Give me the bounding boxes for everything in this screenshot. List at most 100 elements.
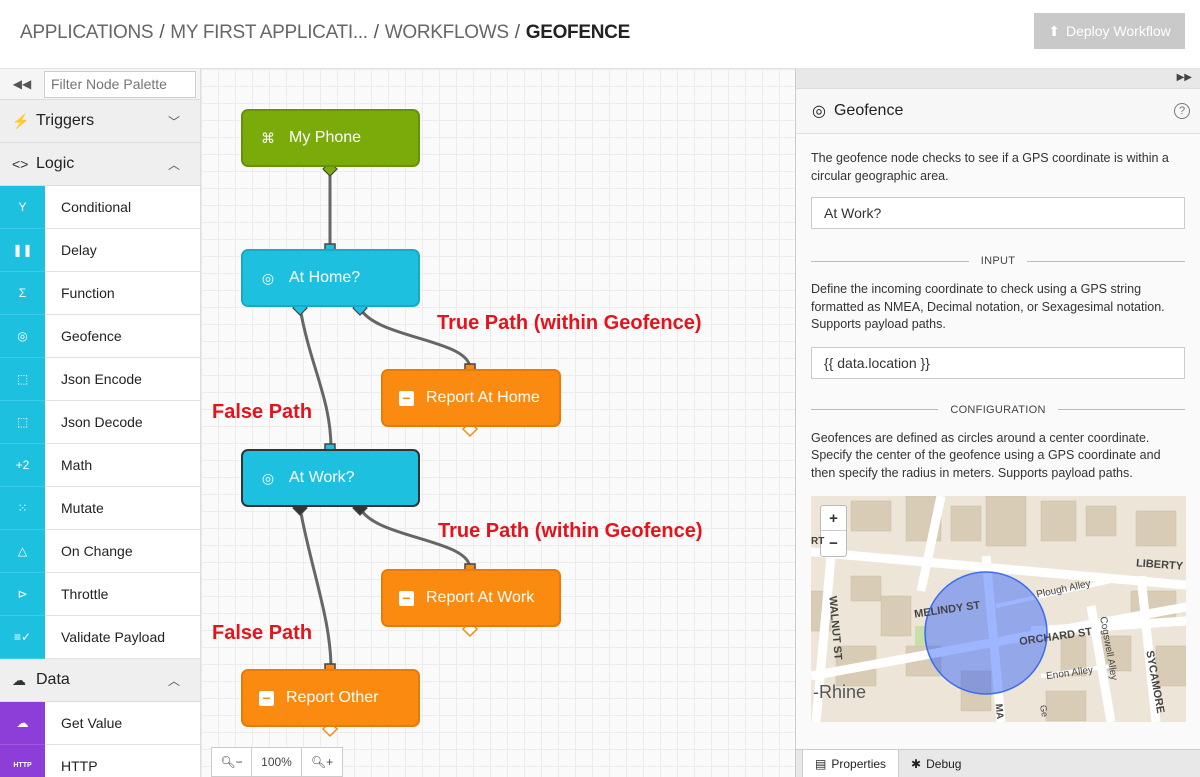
crosshair-icon: ◎: [261, 469, 275, 486]
palette-item-geofence[interactable]: ◎ Geofence: [0, 314, 200, 358]
node-label: Report At Work: [426, 589, 535, 606]
bug-icon: ✱: [911, 756, 922, 771]
geofence-map[interactable]: + − LIBERTY Plough Alley MELINDY ST ORCH…: [811, 496, 1186, 722]
palette-item-json-encode[interactable]: ⬚ Json Encode: [0, 357, 200, 401]
zoom-in-icon[interactable]: 🔍︎+: [302, 748, 342, 776]
palette-item-label: Mutate: [61, 500, 104, 516]
map-zoom-out-button[interactable]: −: [821, 531, 846, 556]
mutate-icon: ⁙: [0, 486, 45, 530]
palette-item-label: Delay: [61, 242, 97, 258]
input-description: Define the incoming coordinate to check …: [811, 282, 1165, 331]
breadcrumb-application[interactable]: MY FIRST APPLICATI...: [170, 22, 368, 43]
map-label-rhine: -Rhine: [813, 682, 867, 702]
palette-item-mutate[interactable]: ⁙ Mutate: [0, 486, 200, 530]
upload-icon: ⬆: [1048, 22, 1060, 39]
palette-item-label: Json Encode: [61, 371, 142, 387]
chip-icon: ⌘: [261, 129, 275, 146]
category-logic[interactable]: <> Logic ︿: [0, 143, 200, 186]
breadcrumb-separator: /: [373, 22, 379, 43]
breadcrumb-separator: /: [159, 22, 165, 43]
breadcrumb-current: GEOFENCE: [525, 22, 631, 43]
minus-icon: −: [399, 390, 414, 406]
cloud-icon: ☁: [12, 671, 26, 688]
palette-item-throttle[interactable]: ⊳ Throttle: [0, 572, 200, 616]
tab-debug-label: Debug: [926, 756, 962, 771]
document-icon: ▤: [815, 756, 827, 771]
category-data-label: Data: [36, 671, 70, 688]
wire-home-false: [298, 307, 333, 450]
palette-item-conditional[interactable]: Y Conditional: [0, 185, 200, 229]
filter-node-palette-input[interactable]: [44, 70, 196, 98]
palette-item-label: Throttle: [61, 586, 109, 602]
node-label: Report At Home: [426, 389, 540, 406]
node-at-home[interactable]: ◎ At Home?: [241, 249, 420, 307]
breadcrumb-separator: /: [514, 22, 520, 43]
divider: [811, 260, 969, 262]
pause-icon: ❚❚: [0, 228, 45, 272]
minus-icon: −: [259, 690, 274, 706]
crosshair-icon: ◎: [0, 314, 45, 358]
palette-item-label: Conditional: [61, 199, 132, 215]
node-label: Report Other: [286, 689, 379, 706]
node-name-field[interactable]: At Work?: [811, 197, 1185, 229]
node-at-work[interactable]: ◎ At Work?: [241, 449, 420, 507]
panel-top-bar: ▶▶: [796, 69, 1200, 89]
palette-item-on-change[interactable]: △ On Change: [0, 529, 200, 573]
category-data[interactable]: ☁ Data ︿: [0, 659, 200, 702]
input-location-field[interactable]: {{ data.location }}: [811, 346, 1185, 379]
palette-item-validate-payload[interactable]: ≡✓ Validate Payload: [0, 615, 200, 659]
annotation-false-path: False Path: [212, 622, 313, 644]
divider: [1057, 409, 1186, 410]
palette-item-function[interactable]: Σ Function: [0, 271, 200, 315]
map-label-rt: RT: [811, 536, 825, 547]
map-zoom-in-button[interactable]: +: [821, 506, 846, 531]
geofence-circle: [924, 571, 1048, 695]
palette-item-label: Geofence: [61, 328, 122, 344]
crosshair-icon: ◎: [812, 103, 826, 120]
chevron-down-icon: ﹀: [167, 115, 180, 129]
triangle-icon: △: [0, 529, 45, 573]
collapse-panel-icon[interactable]: ▶▶: [1177, 72, 1192, 83]
palette-item-label: Json Decode: [61, 414, 143, 430]
palette-item-get-value[interactable]: ☁ Get Value: [0, 701, 200, 745]
palette-item-label: Get Value: [61, 715, 123, 731]
branch-icon: Y: [0, 185, 45, 229]
sigma-icon: Σ: [0, 271, 45, 315]
section-input: INPUT: [811, 255, 1185, 267]
workflow-canvas[interactable]: ⌘ My Phone ◎ At Home? − Report At Home ◎…: [201, 69, 795, 777]
tab-properties[interactable]: ▤ Properties: [802, 750, 900, 777]
json-encode-icon: ⬚: [0, 357, 45, 401]
node-description: The geofence node checks to see if a GPS…: [811, 151, 1169, 183]
divider: [811, 409, 939, 410]
category-triggers[interactable]: ⚡ Triggers ﹀: [0, 100, 200, 143]
bolt-icon: ⚡: [12, 112, 30, 129]
palette-item-delay[interactable]: ❚❚ Delay: [0, 228, 200, 272]
annotation-true-path: True Path (within Geofence): [437, 312, 702, 334]
node-report-at-home[interactable]: − Report At Home: [381, 369, 561, 427]
zoom-level: 100%: [252, 748, 302, 776]
node-label: At Home?: [289, 269, 361, 286]
breadcrumb-applications[interactable]: APPLICATIONS: [20, 22, 154, 43]
node-my-phone[interactable]: ⌘ My Phone: [241, 109, 420, 167]
node-label: At Work?: [289, 469, 355, 486]
section-configuration: CONFIGURATION: [811, 404, 1186, 416]
palette-item-math[interactable]: +2 Math: [0, 443, 200, 487]
collapse-palette-icon[interactable]: ◀◀: [0, 77, 44, 91]
panel-title-row: ◎ Geofence ?: [796, 89, 1200, 134]
palette-item-json-decode[interactable]: ⬚ Json Decode: [0, 400, 200, 444]
node-report-other[interactable]: − Report Other: [241, 669, 420, 727]
properties-panel: ▶▶ ◎ Geofence ? The geofence node checks…: [795, 69, 1200, 777]
annotation-false-path: False Path: [212, 401, 313, 423]
http-icon: HTTP: [0, 744, 45, 777]
panel-tabs: ▤ Properties ✱ Debug: [796, 749, 1200, 777]
node-label: My Phone: [289, 129, 362, 146]
node-report-at-work[interactable]: − Report At Work: [381, 569, 561, 627]
palette-item-http[interactable]: HTTP HTTP: [0, 744, 200, 777]
deploy-workflow-button[interactable]: ⬆ Deploy Workflow: [1034, 13, 1185, 49]
zoom-out-icon[interactable]: 🔍︎−: [212, 748, 252, 776]
tab-debug[interactable]: ✱ Debug: [899, 750, 973, 777]
breadcrumb-workflows[interactable]: WORKFLOWS: [385, 22, 509, 43]
help-icon[interactable]: ?: [1174, 103, 1190, 119]
map-label-ma: MA: [992, 703, 1005, 720]
panel-body: The geofence node checks to see if a GPS…: [796, 134, 1200, 722]
